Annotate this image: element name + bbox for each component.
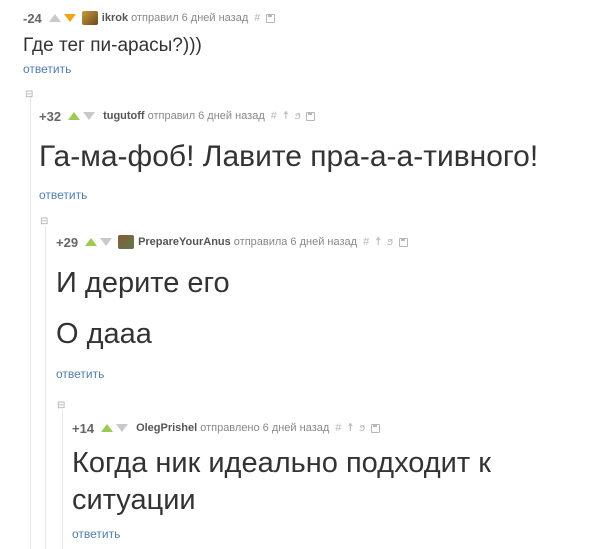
reply-link[interactable]: ответить (39, 188, 87, 202)
figure-icon[interactable]: ☨ (347, 422, 353, 434)
comment-time[interactable]: 6 дней назад (198, 110, 265, 122)
upvote-icon[interactable] (48, 14, 61, 22)
thread-line-2 (45, 226, 46, 549)
hash-icon[interactable]: # (335, 422, 341, 434)
comment-time[interactable]: 6 дней назад (182, 12, 249, 24)
comment-header: -24 ikrok отправил 6 дней назад # (23, 9, 276, 27)
comment-action: отправил (131, 12, 179, 24)
avatar[interactable] (118, 235, 135, 249)
save-icon[interactable] (370, 423, 380, 433)
downvote-icon[interactable] (83, 112, 96, 120)
comment-time[interactable]: 6 дней назад (263, 422, 330, 434)
comment-body-line: И дерите его (56, 267, 230, 299)
comment-body: Где тег пи-арасы?))) (23, 35, 202, 56)
figure-icon[interactable]: ☨ (283, 110, 289, 122)
save-icon[interactable] (266, 13, 276, 23)
save-icon[interactable] (398, 237, 408, 247)
downvote-icon[interactable] (100, 238, 113, 246)
comment-body: Га-ма-фоб! Лавите пра-а-а-тивного! (39, 140, 539, 173)
pin-icon[interactable]: ϧ (387, 236, 393, 248)
comment-author[interactable]: PrepareYourAnus (138, 236, 231, 248)
upvote-icon[interactable] (101, 424, 114, 432)
comment-body-line: ситуации (72, 484, 196, 516)
comment-rating: +29 (56, 234, 79, 250)
comment-author[interactable]: tugutoff (103, 110, 145, 122)
figure-icon[interactable]: ☨ (375, 236, 381, 248)
upvote-icon[interactable] (85, 238, 98, 246)
comment-header: +14 OlegPrishel отправлено 6 дней назад … (72, 419, 380, 437)
thread-line-1 (30, 96, 31, 549)
comment-action: отправила (233, 236, 288, 248)
comment-author[interactable]: ikrok (102, 12, 128, 24)
comment-header: +32 tugutoff отправил 6 дней назад # ☨ ϧ (39, 107, 316, 125)
comment-rating: +32 (39, 108, 62, 124)
comment-rating: -24 (23, 10, 42, 26)
comment-rating: +14 (72, 420, 95, 436)
reply-link[interactable]: ответить (56, 367, 104, 381)
save-icon[interactable] (306, 111, 316, 121)
upvote-icon[interactable] (68, 112, 81, 120)
comment-author[interactable]: OlegPrishel (136, 422, 197, 434)
collapse-icon[interactable]: ⊟ (40, 217, 48, 227)
downvote-icon[interactable] (116, 424, 129, 432)
avatar[interactable] (81, 11, 98, 25)
collapse-icon[interactable]: ⊟ (25, 90, 33, 100)
comment-body-line: О дааа (56, 318, 152, 350)
hash-icon[interactable]: # (254, 12, 260, 24)
thread-line-3 (62, 410, 63, 549)
hash-icon[interactable]: # (271, 110, 277, 122)
comment-action: отправлено (200, 422, 260, 434)
downvote-icon[interactable] (63, 14, 76, 22)
pin-icon[interactable]: ϧ (295, 110, 301, 122)
comment-header: +29 PrepareYourAnus отправила 6 дней наз… (56, 233, 408, 251)
comment-time[interactable]: 6 дней назад (290, 236, 357, 248)
pin-icon[interactable]: ϧ (359, 422, 365, 434)
comment-body-line: Когда ник идеально подходит к (72, 447, 491, 479)
reply-link[interactable]: ответить (23, 62, 71, 76)
reply-link[interactable]: ответить (72, 527, 120, 541)
collapse-icon[interactable]: ⊟ (57, 401, 65, 411)
hash-icon[interactable]: # (363, 236, 369, 248)
comment-action: отправил (147, 110, 196, 122)
